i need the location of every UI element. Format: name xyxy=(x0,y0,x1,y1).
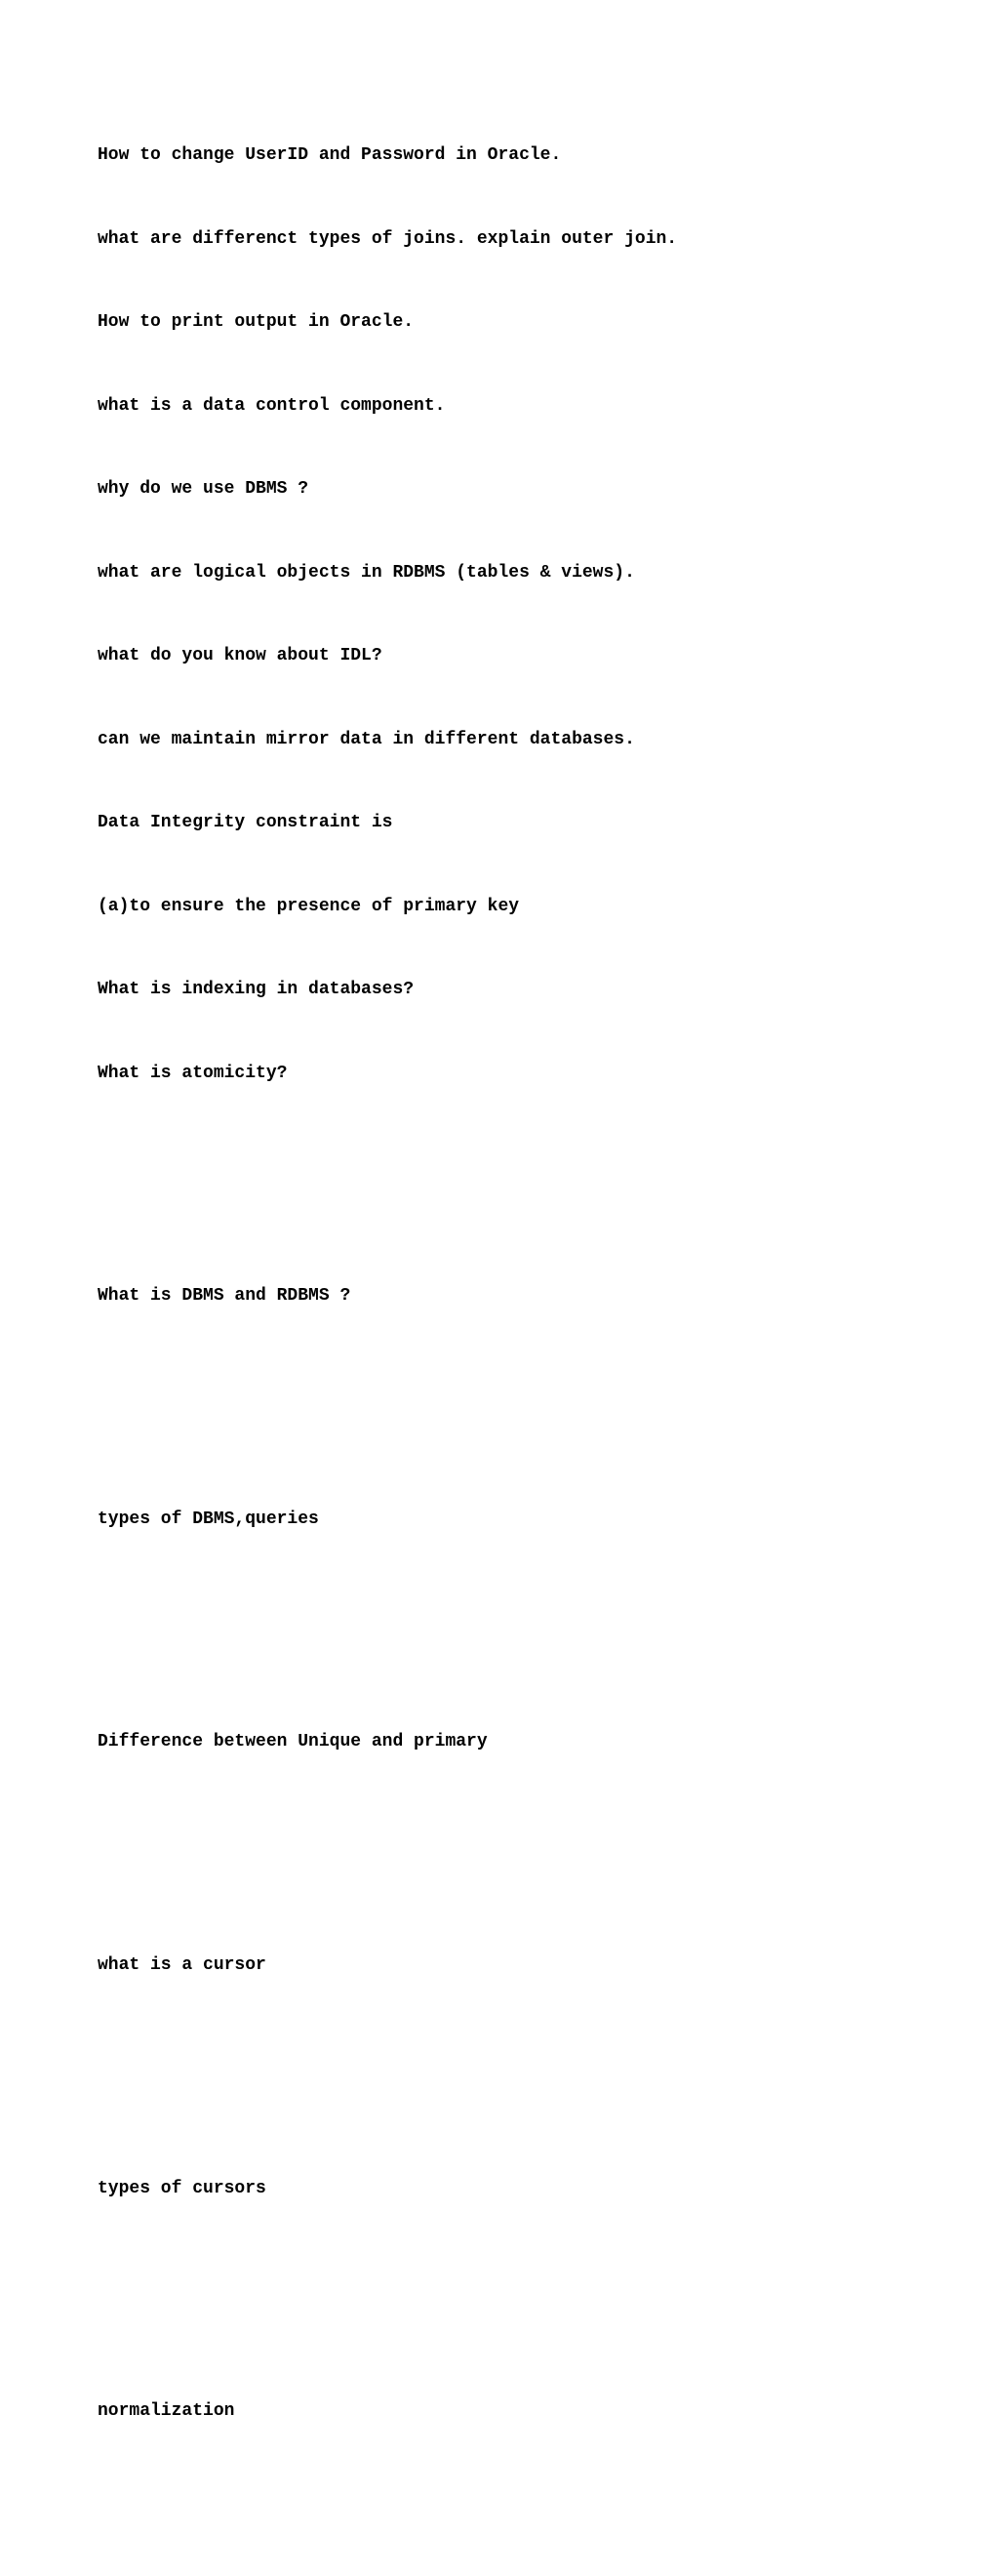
line-11: What is indexing in databases? xyxy=(98,977,897,1004)
spacer-4 xyxy=(98,1841,897,1869)
line-4: what is a data control component. xyxy=(98,393,897,421)
line-8: can we maintain mirror data in different… xyxy=(98,727,897,754)
line-5: why do we use DBMS ? xyxy=(98,476,897,503)
line-12: What is atomicity? xyxy=(98,1061,897,1088)
line-16: what is a cursor xyxy=(98,1952,897,1980)
line-15: Difference between Unique and primary xyxy=(98,1729,897,1756)
line-3: How to print output in Oracle. xyxy=(98,309,897,337)
line-6: what are logical objects in RDBMS (table… xyxy=(98,560,897,587)
line-18: normalization xyxy=(98,2398,897,2426)
line-1: How to change UserID and Password in Ora… xyxy=(98,142,897,170)
line-10: (a)to ensure the presence of primary key xyxy=(98,894,897,921)
line-2: what are differenct types of joins. expl… xyxy=(98,226,897,254)
main-content: How to change UserID and Password in Ora… xyxy=(98,59,897,2576)
spacer-2 xyxy=(98,1395,897,1423)
spacer-3 xyxy=(98,1618,897,1645)
line-9: Data Integrity constraint is xyxy=(98,810,897,837)
spacer-6 xyxy=(98,2287,897,2314)
spacer-1 xyxy=(98,1172,897,1199)
line-7: what do you know about IDL? xyxy=(98,643,897,670)
line-14: types of DBMS,queries xyxy=(98,1507,897,1534)
line-13: What is DBMS and RDBMS ? xyxy=(98,1283,897,1310)
line-17: types of cursors xyxy=(98,2176,897,2203)
spacer-7 xyxy=(98,2510,897,2537)
spacer-5 xyxy=(98,2064,897,2091)
